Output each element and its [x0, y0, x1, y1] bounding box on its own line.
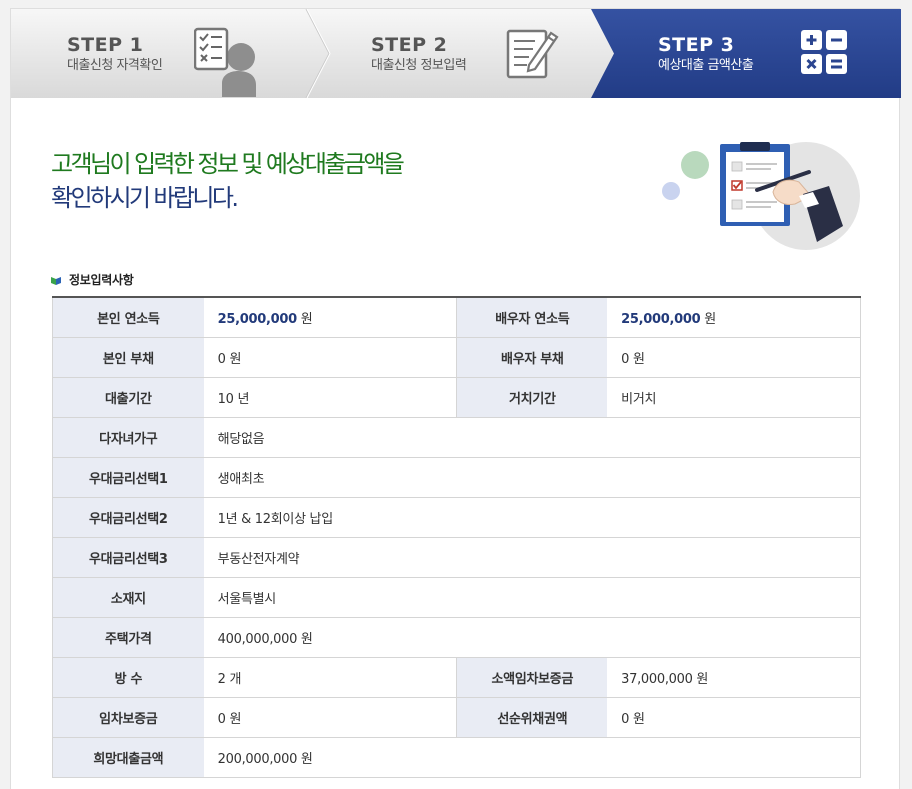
info-table: 본인 연소득 25,000,000 원 배우자 연소득 25,000,000 원 본인 …: [51, 296, 862, 778]
row-value: 0 원: [203, 697, 457, 738]
step-1-number: STEP 1: [67, 34, 144, 56]
row-label: 소재지: [51, 577, 204, 618]
section-title: 정보입력사항: [51, 271, 134, 288]
row-label: 임차보증금: [51, 697, 204, 738]
row-label: 배우자 부채: [456, 337, 608, 378]
row-value: 비거치: [607, 377, 862, 418]
step-2: STEP 2 대출신청 정보입력: [371, 34, 467, 75]
row-label: 본인 부채: [51, 337, 204, 378]
amount-value: 25,000,000: [621, 311, 701, 327]
table-row: 방 수2 개 소액임차보증금 37,000,000 원: [51, 657, 862, 698]
amount-value: 25,000,000: [217, 311, 298, 327]
table-row: 본인 부채 0 원 배우자 부채 0 원: [51, 337, 862, 378]
row-label: 희망대출금액: [51, 737, 204, 778]
table-row: 소재지 서울특별시: [51, 577, 861, 618]
row-value: 0 원: [203, 337, 457, 378]
row-label: 다자녀가구: [51, 417, 204, 458]
row-value: 생애최초: [203, 457, 861, 498]
row-value: 0 원: [607, 337, 862, 378]
step-1: STEP 1 대출신청 자격확인: [67, 34, 163, 75]
step-2-number: STEP 2: [371, 34, 448, 56]
row-value: 1년 & 12회이상 납입: [203, 497, 861, 538]
row-value: 부동산전자계약: [203, 537, 861, 578]
step-3: STEP 3 예상대출 금액산출: [658, 34, 754, 75]
row-label: 대출기간: [51, 377, 204, 418]
step-1-label: 대출신청 자격확인: [67, 58, 163, 73]
row-value: 400,000,000 원: [203, 617, 861, 658]
calculator-icon: [801, 30, 847, 74]
table-row: 대출기간 10 년 거치기간 비거치: [51, 377, 862, 418]
row-value: 해당없음: [203, 417, 861, 458]
table-row: 우대금리선택1 생애최초: [51, 457, 861, 498]
checklist-person-icon: [194, 27, 256, 97]
table-row: 임차보증금 0 원 선순위채권액 0 원: [51, 697, 862, 738]
table-row: 본인 연소득 25,000,000 원 배우자 연소득 25,000,000 원: [51, 297, 862, 338]
row-label: 주택가격: [51, 617, 204, 658]
row-label: 배우자 연소득: [456, 297, 608, 338]
page-headline: 고객님이 입력한 정보 및 예상대출금액을 확인하시기 바랍니다.: [51, 147, 405, 215]
step-2-label: 대출신청 정보입력: [371, 58, 467, 73]
document-pen-icon: [506, 29, 559, 79]
row-label: 방 수: [51, 657, 204, 698]
row-value: 37,000,000 원: [607, 657, 862, 698]
row-value: 200,000,000 원: [203, 737, 861, 778]
row-value: 0 원: [607, 697, 862, 738]
row-label: 우대금리선택3: [51, 537, 204, 578]
headline-line-2: 확인하시기 바랍니다.: [51, 184, 239, 212]
page-frame: STEP 1 대출신청 자격확인 STEP 2 대출신청 정보입력 STEP 3…: [10, 8, 901, 789]
step-3-number: STEP 3: [658, 34, 735, 56]
row-label: 선순위채권액: [456, 697, 608, 738]
table-row: 주택가격 400,000,000 원: [51, 617, 861, 658]
row-label: 우대금리선택2: [51, 497, 204, 538]
row-value: 서울특별시: [203, 577, 861, 618]
row-label: 우대금리선택1: [51, 457, 204, 498]
row-label: 본인 연소득: [51, 297, 204, 338]
section-title-text: 정보입력사항: [69, 273, 134, 287]
row-value: 10 년: [203, 377, 457, 418]
row-value: 25,000,000 원: [203, 297, 457, 338]
step-3-label: 예상대출 금액산출: [658, 58, 754, 73]
book-bullet-icon: [51, 276, 61, 285]
headline-line-1: 고객님이 입력한 정보 및 예상대출금액을: [51, 150, 405, 178]
row-label: 거치기간: [456, 377, 608, 418]
table-row: 다자녀가구 해당없음: [51, 417, 861, 458]
row-value: 2 개: [203, 657, 457, 698]
row-value: 25,000,000 원: [607, 297, 862, 338]
step-progress-bar: STEP 1 대출신청 자격확인 STEP 2 대출신청 정보입력 STEP 3…: [11, 9, 901, 98]
table-row: 희망대출금액 200,000,000 원: [51, 737, 861, 778]
table-row: 우대금리선택2 1년 & 12회이상 납입: [51, 497, 861, 538]
row-label: 소액임차보증금: [456, 657, 608, 698]
clipboard-illustration: [662, 142, 860, 250]
table-row: 우대금리선택3 부동산전자계약: [51, 537, 861, 578]
